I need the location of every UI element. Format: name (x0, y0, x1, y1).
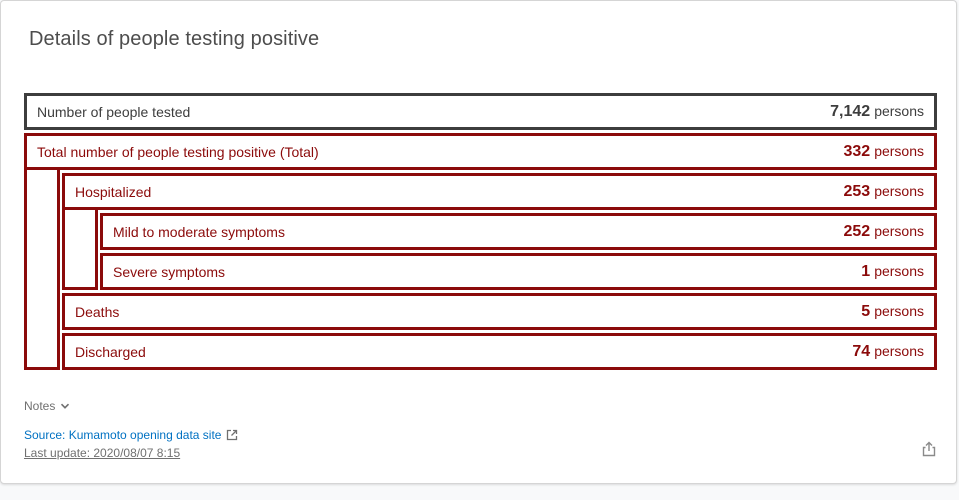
total-positive-value-group: 332 persons (843, 143, 924, 161)
hospitalized-value-group: 253 persons (843, 183, 924, 201)
hospitalized-unit: persons (874, 182, 924, 199)
hospitalized-connector (62, 201, 98, 290)
deaths-row: Deaths 5 persons (62, 293, 937, 330)
mild-symptoms-value: 252 (843, 222, 871, 240)
tested-unit: persons (874, 102, 924, 119)
positive-details-card: Details of people testing positive Numbe… (0, 0, 957, 484)
discharged-value-group: 74 persons (852, 343, 924, 361)
severe-symptoms-value-group: 1 persons (861, 263, 924, 281)
total-positive-value: 332 (843, 142, 871, 160)
mild-symptoms-value-group: 252 persons (843, 223, 924, 241)
card-title: Details of people testing positive (29, 28, 320, 50)
discharged-label: Discharged (75, 343, 146, 360)
tested-value-group: 7,142 persons (830, 103, 924, 121)
severe-symptoms-value: 1 (861, 262, 871, 280)
notes-label: Notes (24, 399, 56, 413)
total-positive-row: Total number of people testing positive … (24, 133, 937, 170)
source-link-label[interactable]: Source: Kumamoto opening data site (24, 428, 221, 442)
chevron-down-icon (61, 403, 70, 409)
severe-symptoms-row: Severe symptoms 1 persons (100, 253, 937, 290)
source-link[interactable]: Source: Kumamoto opening data site (24, 428, 238, 442)
external-link-icon (227, 429, 238, 441)
discharged-row: Discharged 74 persons (62, 333, 937, 370)
tested-row: Number of people tested 7,142 persons (24, 93, 937, 130)
deaths-label: Deaths (75, 303, 120, 320)
hospitalized-value: 253 (843, 182, 871, 200)
deaths-value: 5 (861, 302, 871, 320)
tested-value: 7,142 (830, 102, 871, 120)
deaths-value-group: 5 persons (861, 303, 924, 321)
share-icon[interactable] (921, 441, 937, 457)
mild-symptoms-label: Mild to moderate symptoms (113, 223, 285, 240)
discharged-unit: persons (874, 342, 924, 359)
hospitalized-row: Hospitalized 253 persons (62, 173, 937, 210)
mild-symptoms-row: Mild to moderate symptoms 252 persons (100, 213, 937, 250)
mild-symptoms-unit: persons (874, 222, 924, 239)
total-connector (24, 161, 60, 370)
hospitalized-label: Hospitalized (75, 183, 152, 200)
total-positive-label: Total number of people testing positive … (37, 143, 319, 160)
discharged-value: 74 (852, 342, 871, 360)
last-update-text[interactable]: Last update: 2020/08/07 8:15 (24, 446, 180, 460)
severe-symptoms-label: Severe symptoms (113, 263, 226, 280)
tested-label: Number of people tested (37, 103, 191, 120)
notes-toggle[interactable]: Notes (24, 399, 71, 413)
severe-symptoms-unit: persons (874, 262, 924, 279)
deaths-unit: persons (874, 302, 924, 319)
total-positive-unit: persons (874, 142, 924, 159)
